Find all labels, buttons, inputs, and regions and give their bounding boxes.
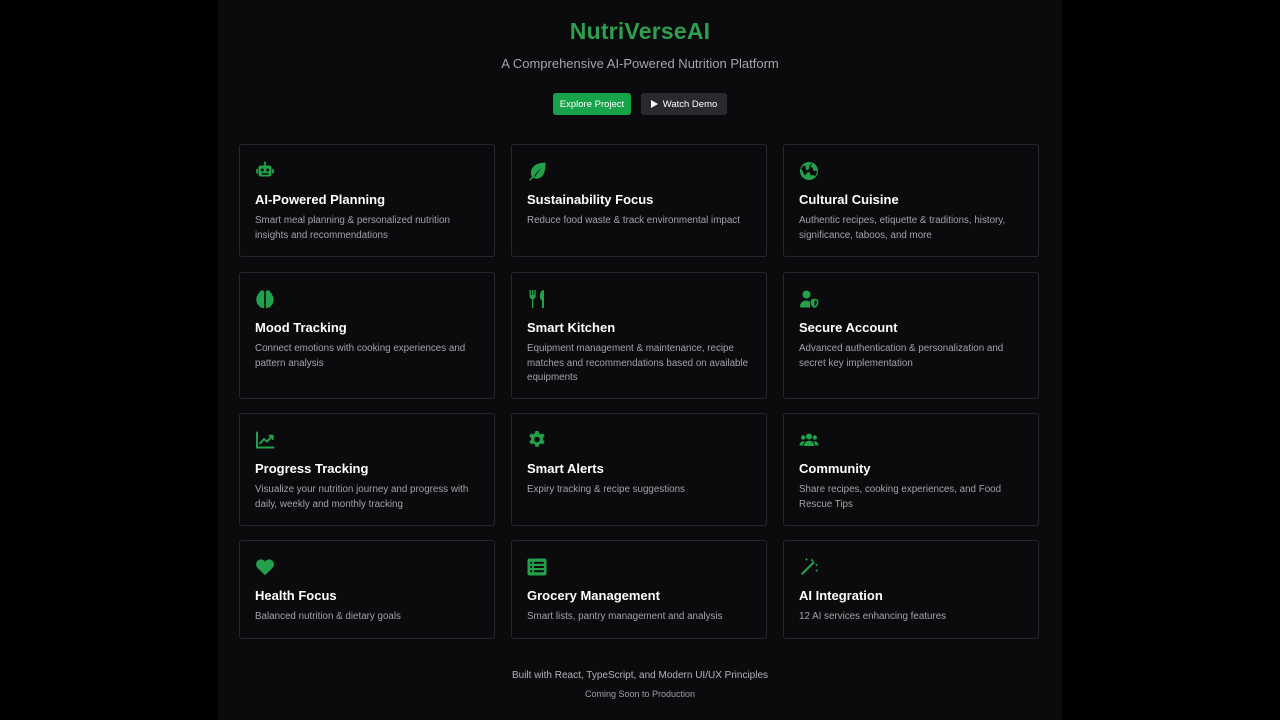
feature-title: Secure Account — [799, 320, 898, 335]
feature-title: Grocery Management — [527, 588, 660, 603]
play-icon — [650, 100, 658, 108]
feature-title: AI-Powered Planning — [255, 192, 386, 207]
feature-card: Smart Alerts Expiry tracking & recipe su… — [511, 413, 767, 526]
feature-card: Health Focus Balanced nutrition & dietar… — [239, 540, 495, 639]
feature-card: Cultural Cuisine Authentic recipes, etiq… — [783, 144, 1039, 257]
feature-description: Connect emotions with cooking experience… — [255, 343, 466, 369]
feature-card: Smart Kitchen Equipment management & mai… — [511, 272, 767, 399]
feature-card: Grocery Management Smart lists, pantry m… — [511, 540, 767, 639]
page-subtitle: A Comprehensive AI-Powered Nutrition Pla… — [501, 56, 779, 71]
page-title: NutriVerseAI — [569, 18, 711, 44]
feature-card: Secure Account Advanced authentication &… — [783, 272, 1039, 399]
feature-title: Community — [799, 461, 871, 476]
feature-description: Reduce food waste & track environmental … — [527, 215, 740, 226]
feature-title: AI Integration — [799, 588, 883, 603]
feature-description: Equipment management & maintenance, reci… — [527, 343, 749, 383]
landing-page: NutriVerseAI A Comprehensive AI-Powered … — [218, 0, 1062, 720]
gear-icon — [527, 430, 547, 450]
feature-card: Progress Tracking Visualize your nutriti… — [239, 413, 495, 526]
feature-title: Cultural Cuisine — [799, 192, 899, 207]
feature-title: Sustainability Focus — [527, 192, 654, 207]
globe-icon — [799, 161, 819, 181]
footer-built-with: Built with React, TypeScript, and Modern… — [511, 670, 769, 681]
feature-description: Expiry tracking & recipe suggestions — [527, 484, 685, 495]
feature-description: Authentic recipes, etiquette & tradition… — [799, 215, 1006, 241]
feature-description: Smart meal planning & personalized nutri… — [255, 215, 450, 241]
feature-card: Sustainability Focus Reduce food waste &… — [511, 144, 767, 257]
robot-icon — [255, 161, 275, 181]
feature-description: 12 AI services enhancing features — [799, 611, 947, 622]
feature-title: Progress Tracking — [255, 461, 369, 476]
feature-title: Smart Alerts — [527, 461, 604, 476]
magic-wand-icon — [799, 557, 819, 577]
feature-description: Share recipes, cooking experiences, and … — [799, 484, 1002, 510]
watch-demo-button[interactable]: Watch Demo — [641, 93, 727, 115]
heart-icon — [255, 557, 275, 577]
explore-project-label: Explore Project — [559, 98, 625, 110]
feature-card: Community Share recipes, cooking experie… — [783, 413, 1039, 526]
utensils-icon — [527, 289, 547, 309]
feature-title: Health Focus — [255, 588, 337, 603]
feature-description: Visualize your nutrition journey and pro… — [255, 484, 469, 510]
chart-line-icon — [255, 430, 275, 450]
feature-card: AI-Powered Planning Smart meal planning … — [239, 144, 495, 257]
feature-description: Smart lists, pantry management and analy… — [527, 611, 723, 622]
footer-status: Coming Soon to Production — [584, 689, 696, 699]
list-icon — [527, 557, 547, 577]
brain-icon — [255, 289, 275, 309]
feature-title: Mood Tracking — [255, 320, 347, 335]
feature-title: Smart Kitchen — [527, 320, 616, 335]
user-shield-icon — [799, 289, 819, 309]
feature-description: Balanced nutrition & dietary goals — [255, 611, 401, 622]
explore-project-button[interactable]: Explore Project — [553, 93, 631, 115]
leaf-icon — [527, 161, 547, 181]
hero-actions: Explore Project Watch Demo — [218, 93, 1062, 115]
users-icon — [799, 430, 819, 450]
feature-description: Advanced authentication & personalizatio… — [799, 343, 1004, 369]
feature-card: Mood Tracking Connect emotions with cook… — [239, 272, 495, 399]
watch-demo-label: Watch Demo — [662, 98, 718, 110]
feature-card: AI Integration 12 AI services enhancing … — [783, 540, 1039, 639]
